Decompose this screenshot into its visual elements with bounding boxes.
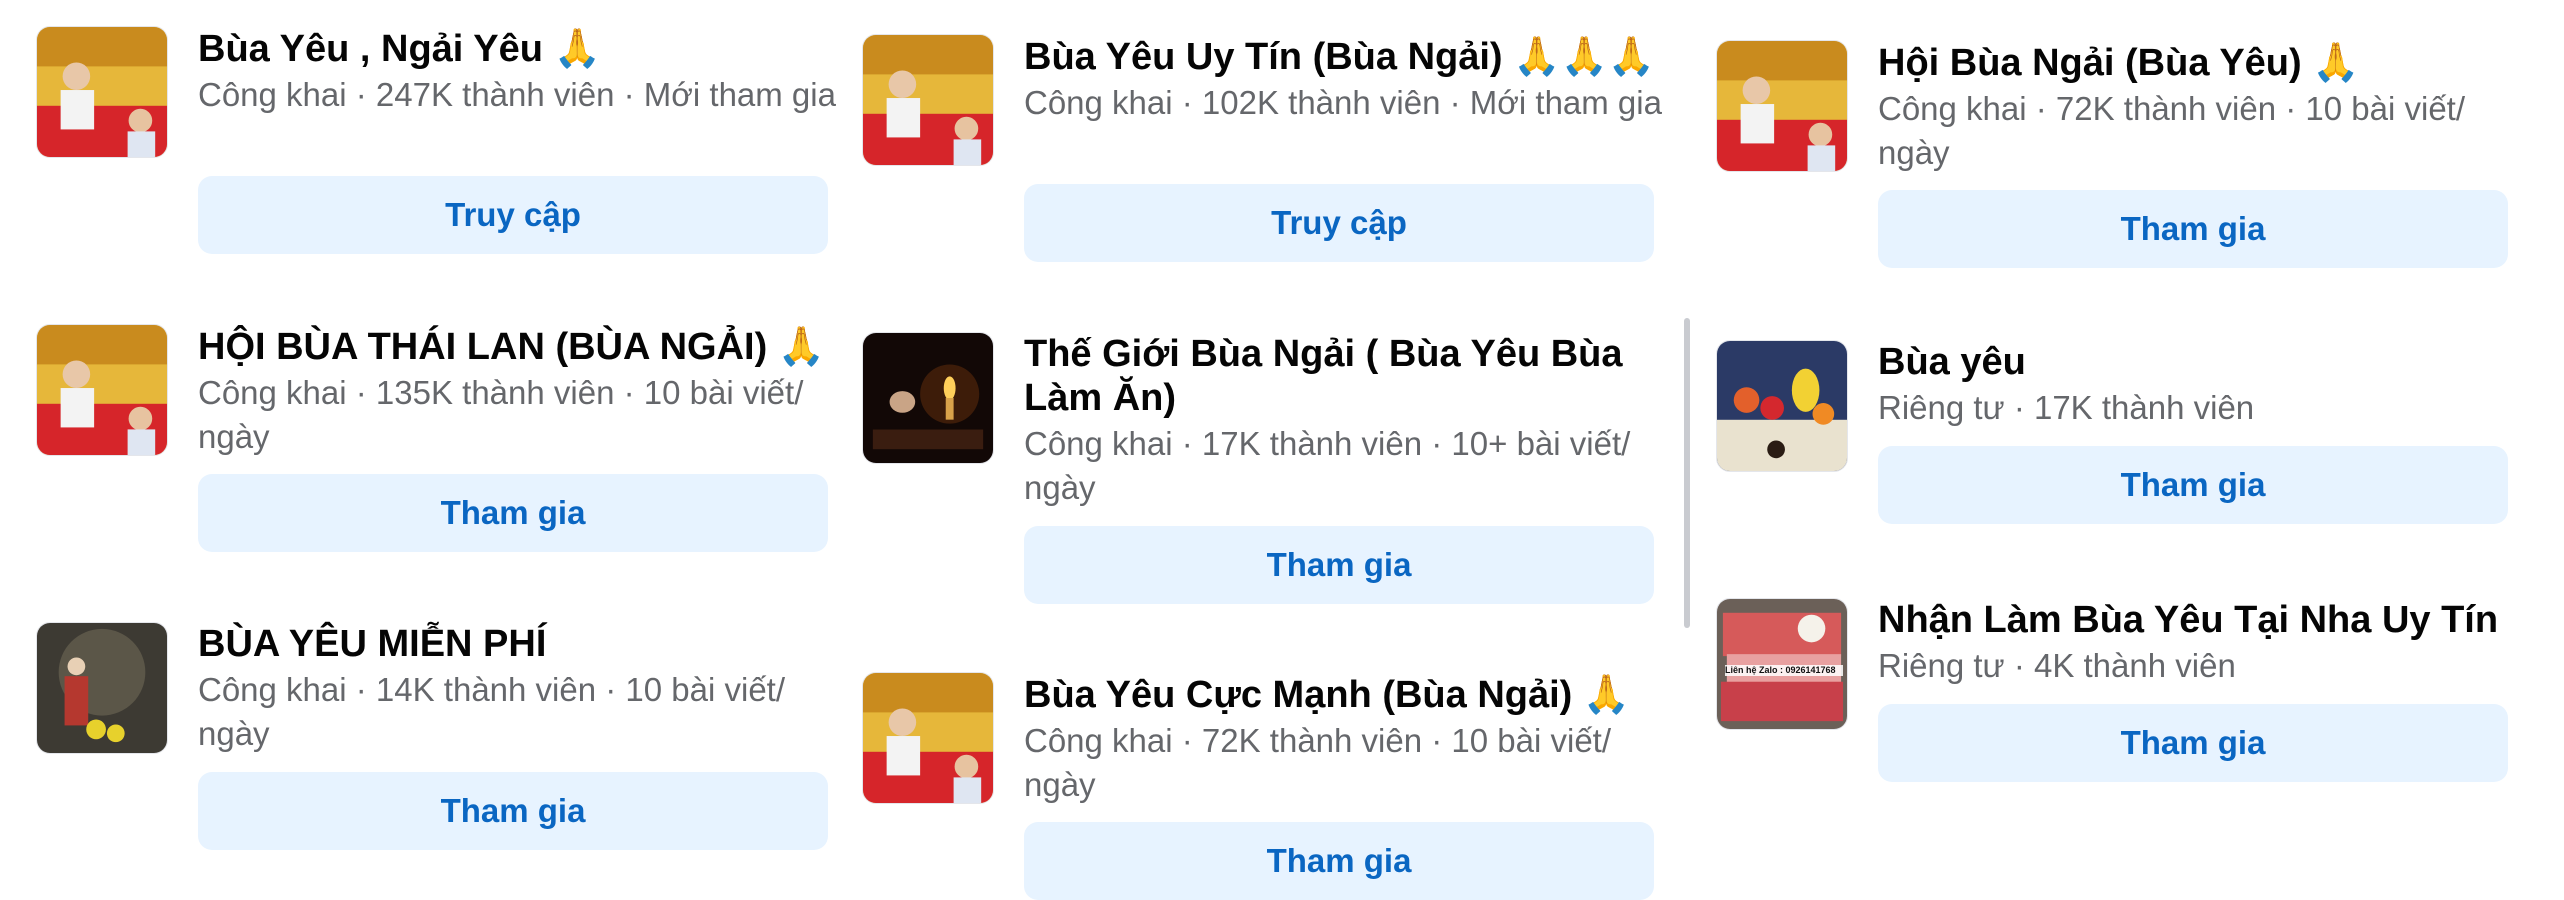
shop-altar-photo	[37, 27, 167, 157]
group-meta: Công khai · 72K thành viên · 10 bài viết…	[1024, 722, 1612, 803]
group-meta: Công khai · 135K thành viên · 10 bài viế…	[198, 374, 804, 455]
group-meta: Công khai · 17K thành viên · 10+ bài viế…	[1024, 425, 1631, 506]
group-thumbnail[interactable]	[1716, 340, 1848, 472]
group-title[interactable]: Thế Giới Bùa Ngải ( Bùa Yêu Bùa Làm Ăn)	[1024, 332, 1664, 420]
visit-button[interactable]: Truy cập	[1024, 184, 1654, 262]
group-title[interactable]: HỘI BÙA THÁI LAN (BÙA NGẢI) 🙏	[198, 324, 838, 369]
group-thumbnail[interactable]	[862, 672, 994, 804]
group-thumbnail[interactable]	[1716, 40, 1848, 172]
pray-emoji-icon: 🙏	[1582, 672, 1631, 716]
join-button[interactable]: Tham gia	[1878, 190, 2508, 268]
group-meta: Công khai · 102K thành viên · Mới tham g…	[1024, 84, 1662, 121]
shop-altar-photo	[37, 325, 167, 455]
join-button[interactable]: Tham gia	[1878, 704, 2508, 782]
group-title[interactable]: Bùa Yêu , Ngải Yêu 🙏	[198, 26, 838, 71]
shop-altar-photo	[863, 673, 993, 803]
group-title[interactable]: Hội Bùa Ngải (Bùa Yêu) 🙏	[1878, 40, 2518, 85]
join-button[interactable]: Tham gia	[1024, 526, 1654, 604]
pray-emoji-icon: 🙏	[553, 26, 601, 70]
candle-skull-photo	[863, 333, 993, 463]
group-thumbnail[interactable]	[862, 332, 994, 464]
group-thumbnail[interactable]: Liên hệ Zalo : 0926141768	[1716, 598, 1848, 730]
group-meta: Riêng tư · 4K thành viên	[1878, 647, 2236, 684]
join-button[interactable]: Tham gia	[198, 474, 828, 552]
group-meta: Công khai · 72K thành viên · 10 bài viết…	[1878, 90, 2466, 171]
group-title[interactable]: Nhận Làm Bùa Yêu Tại Nha Uy Tín	[1878, 598, 2518, 642]
group-title[interactable]: Bùa Yêu Cực Mạnh (Bùa Ngải) 🙏	[1024, 672, 1664, 717]
group-meta: Công khai · 247K thành viên · Mới tham g…	[198, 76, 836, 113]
shop-altar-photo	[863, 35, 993, 165]
money-phone-photo	[1717, 599, 1847, 729]
join-button[interactable]: Tham gia	[198, 772, 828, 850]
pray-emoji-icon: 🙏🙏🙏	[1513, 34, 1656, 78]
shop-altar-photo	[1717, 41, 1847, 171]
pray-emoji-icon: 🙏	[2312, 40, 2360, 84]
group-thumbnail[interactable]	[862, 34, 994, 166]
group-title[interactable]: Bùa Yêu Uy Tín (Bùa Ngải) 🙏🙏🙏	[1024, 34, 1664, 79]
group-meta: Riêng tư · 17K thành viên	[1878, 389, 2255, 426]
group-title[interactable]: Bùa yêu	[1878, 340, 2518, 384]
group-title[interactable]: BÙA YÊU MIỄN PHÍ	[198, 622, 838, 666]
group-thumbnail[interactable]	[36, 26, 168, 158]
group-thumbnail[interactable]	[36, 622, 168, 754]
pray-emoji-icon: 🙏	[777, 324, 826, 368]
group-thumbnail[interactable]	[36, 324, 168, 456]
group-meta: Công khai · 14K thành viên · 10 bài viết…	[198, 671, 786, 752]
join-button[interactable]: Tham gia	[1024, 822, 1654, 900]
join-button[interactable]: Tham gia	[1878, 446, 2508, 524]
zalo-contact-label: Liên hệ Zalo : 0926141768	[1725, 665, 1843, 676]
statue-photo	[37, 623, 167, 753]
scrollbar[interactable]	[1684, 318, 1690, 628]
offering-table-photo	[1717, 341, 1847, 471]
visit-button[interactable]: Truy cập	[198, 176, 828, 254]
